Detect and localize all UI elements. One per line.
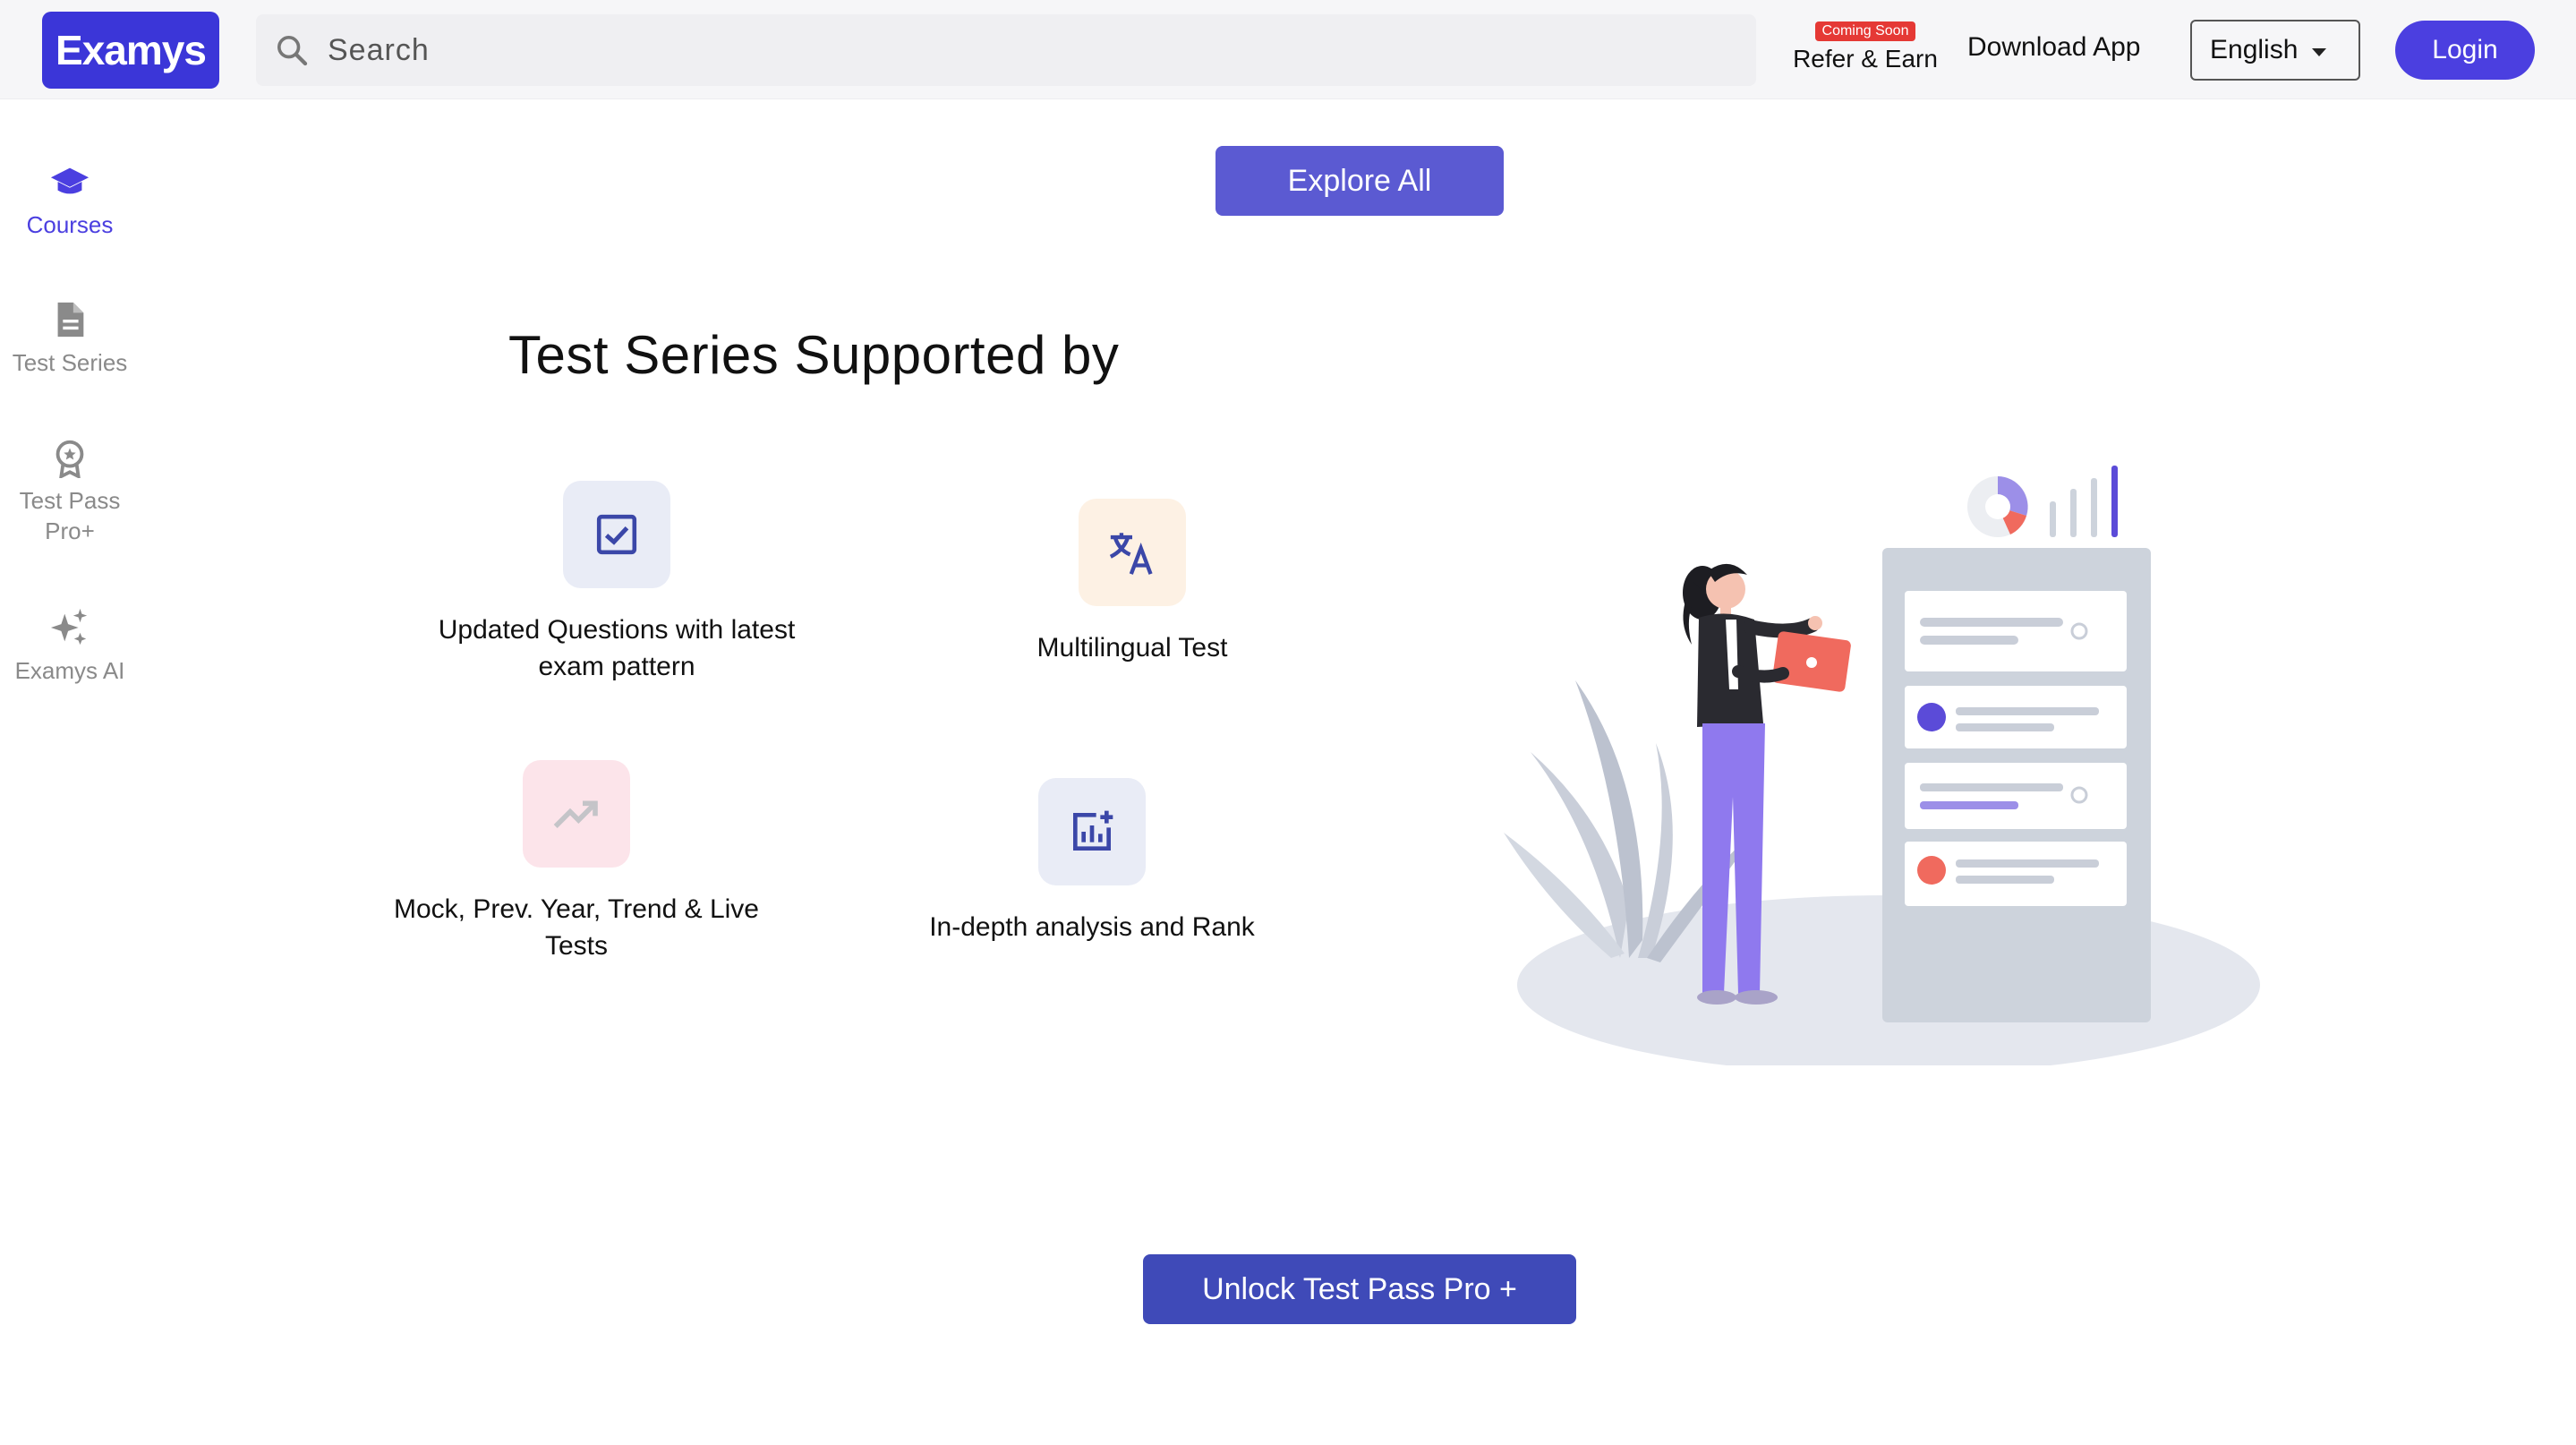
search-icon: [277, 36, 308, 66]
feature-analysis: In-depth analysis and Rank: [886, 778, 1298, 945]
refer-earn-link[interactable]: Coming Soon Refer & Earn: [1790, 21, 1941, 79]
trending-up-icon: [553, 800, 598, 828]
refer-earn-label: Refer & Earn: [1793, 45, 1938, 73]
feature-icon-box: [523, 760, 630, 868]
top-header: Examys Coming Soon Refer & Earn Download…: [0, 0, 2576, 99]
login-button[interactable]: Login: [2395, 21, 2535, 80]
feature-updated-questions: Updated Questions with latest exam patte…: [401, 481, 832, 685]
sidebar-item-test-pass-pro[interactable]: Test Pass Pro+: [0, 437, 140, 546]
unlock-test-pass-pro-button[interactable]: Unlock Test Pass Pro +: [1143, 1254, 1576, 1324]
coming-soon-badge: Coming Soon: [1814, 21, 1916, 41]
search-input[interactable]: [328, 23, 1724, 77]
language-value: English: [2210, 35, 2299, 64]
test-series-illustration: [1504, 466, 2260, 1065]
badge-icon: [55, 440, 84, 478]
logo[interactable]: Examys: [42, 12, 219, 89]
feature-label: Updated Questions with latest exam patte…: [438, 615, 796, 681]
sidebar-item-examys-ai[interactable]: Examys AI: [0, 607, 140, 686]
graduation-cap-icon: [50, 167, 90, 194]
explore-all-button[interactable]: Explore All: [1215, 146, 1504, 216]
sidebar-item-label: Test Pass Pro+: [19, 487, 121, 544]
sidebar-item-label: Examys AI: [14, 657, 125, 684]
language-select[interactable]: English: [2190, 20, 2360, 81]
sparkles-icon: [50, 608, 88, 646]
feature-label: Mock, Prev. Year, Trend & Live Tests: [394, 894, 759, 961]
sidebar-item-label: Courses: [26, 211, 114, 238]
download-app-link[interactable]: Download App: [1967, 32, 2140, 63]
feature-icon-box: [1038, 778, 1146, 885]
feature-icon-box: [1079, 499, 1186, 606]
search-bar[interactable]: [256, 14, 1756, 86]
sidebar: Courses Test Series Test Pass Pro+ Examy…: [0, 100, 140, 1445]
feature-label: Multilingual Test: [1036, 633, 1228, 663]
feature-mock-tests: Mock, Prev. Year, Trend & Live Tests: [362, 760, 791, 964]
feature-multilingual: Multilingual Test: [895, 499, 1369, 666]
feature-label: In-depth analysis and Rank: [929, 912, 1255, 942]
document-icon: [57, 302, 84, 338]
sidebar-item-courses[interactable]: Courses: [0, 161, 140, 240]
analytics-icon: [1073, 810, 1113, 851]
translate-icon: [1109, 533, 1153, 575]
sidebar-item-label: Test Series: [12, 349, 128, 376]
feature-icon-box: [563, 481, 670, 588]
caret-down-icon: [2312, 48, 2326, 56]
section-title: Test Series Supported by: [508, 325, 1120, 385]
sidebar-item-test-series[interactable]: Test Series: [0, 299, 140, 378]
checkbox-icon: [596, 514, 637, 555]
